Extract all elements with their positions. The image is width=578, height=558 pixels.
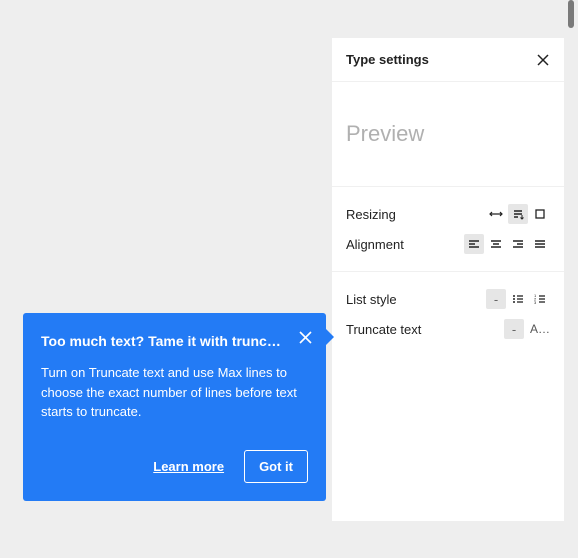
align-right-icon[interactable] (508, 234, 528, 254)
tooltip-close-icon[interactable] (299, 331, 312, 344)
list-style-label: List style (346, 292, 397, 307)
type-settings-panel: Type settings Preview Resizing Alignment (332, 38, 564, 521)
list-style-none-button[interactable]: - (486, 289, 506, 309)
learn-more-link[interactable]: Learn more (153, 459, 224, 474)
list-style-options: - 1 2 3 (486, 289, 550, 309)
close-icon[interactable] (536, 53, 550, 67)
alignment-row: Alignment (346, 229, 550, 259)
truncate-row: Truncate text - A… (346, 314, 550, 344)
scroll-gutter (564, 0, 578, 558)
panel-title: Type settings (346, 52, 429, 67)
resize-auto-height-icon[interactable] (508, 204, 528, 224)
tooltip-pointer (326, 329, 334, 345)
got-it-button[interactable]: Got it (244, 450, 308, 483)
truncate-overflow-indicator[interactable]: A… (530, 322, 550, 336)
tooltip-actions: Learn more Got it (41, 450, 308, 483)
list-style-bullet-icon[interactable] (508, 289, 528, 309)
resizing-alignment-section: Resizing Alignment (332, 187, 564, 272)
align-justify-icon[interactable] (530, 234, 550, 254)
resizing-label: Resizing (346, 207, 396, 222)
panel-header: Type settings (332, 38, 564, 82)
resize-fixed-icon[interactable] (530, 204, 550, 224)
list-style-row: List style - 1 2 3 (346, 284, 550, 314)
tooltip-body: Turn on Truncate text and use Max lines … (41, 363, 308, 422)
alignment-label: Alignment (346, 237, 404, 252)
align-left-icon[interactable] (464, 234, 484, 254)
scroll-thumb[interactable] (568, 0, 574, 28)
resizing-options (486, 204, 550, 224)
list-truncate-section: List style - 1 2 3 (332, 272, 564, 356)
alignment-options (464, 234, 550, 254)
truncate-label: Truncate text (346, 322, 421, 337)
align-center-icon[interactable] (486, 234, 506, 254)
preview-area: Preview (332, 82, 564, 187)
list-style-numbered-icon[interactable]: 1 2 3 (530, 289, 550, 309)
truncate-value-button[interactable]: - (504, 319, 524, 339)
resize-auto-width-icon[interactable] (486, 204, 506, 224)
svg-text:3: 3 (534, 300, 537, 305)
resizing-row: Resizing (346, 199, 550, 229)
tooltip-title: Too much text? Tame it with truncation (41, 333, 308, 349)
onboarding-tooltip: Too much text? Tame it with truncation T… (23, 313, 326, 501)
truncate-controls: - A… (504, 319, 550, 339)
